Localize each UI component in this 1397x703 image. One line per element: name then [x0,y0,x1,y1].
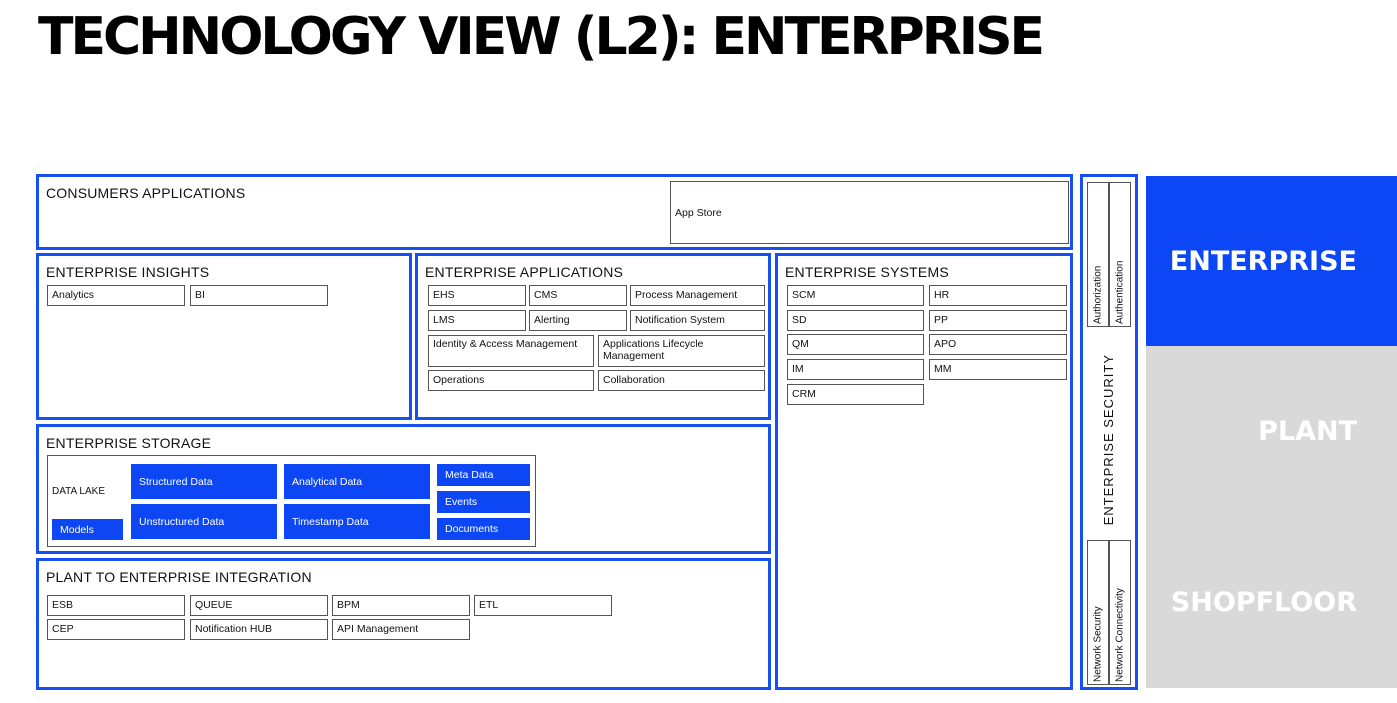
cep-box: CEP [47,619,185,640]
authorization-label: Authorization [1092,265,1104,324]
notification-system-box: Notification System [630,310,765,331]
collaboration-box: Collaboration [598,370,765,391]
etl-box: ETL [474,595,612,616]
enterprise-systems-title: ENTERPRISE SYSTEMS [785,264,949,280]
unstructured-data-block: Unstructured Data [131,504,277,539]
operations-box: Operations [428,370,594,391]
analytics-box: Analytics [47,285,185,306]
api-management-box: API Management [332,619,470,640]
events-block: Events [437,491,530,513]
applications-lifecycle-management-box: Applications Lifecycle Management [598,335,765,367]
process-management-box: Process Management [630,285,765,306]
consumers-applications-title: CONSUMERS APPLICATIONS [46,185,246,201]
app-store-label: App Store [675,206,722,219]
identity-access-management-box: Identity & Access Management [428,335,594,367]
enterprise-insights-title: ENTERPRISE INSIGHTS [46,264,210,280]
ehs-box: EHS [428,285,526,306]
cms-box: CMS [529,285,627,306]
level-plant-label: PLANT [1258,415,1357,447]
enterprise-systems-panel: ENTERPRISE SYSTEMS SCM HR SD PP QM APO I… [775,253,1073,690]
hr-box: HR [929,285,1067,306]
network-connectivity-box: Network Connectivity [1109,540,1131,685]
level-shopfloor-label: SHOPFLOOR [1170,586,1357,618]
im-box: IM [787,359,924,380]
authentication-label: Authentication [1114,260,1126,324]
enterprise-insights-panel: ENTERPRISE INSIGHTS Analytics BI [36,253,412,420]
alerting-box: Alerting [529,310,627,331]
level-enterprise-label: ENTERPRISE [1169,245,1357,277]
authorization-box: Authorization [1087,182,1109,327]
authentication-box: Authentication [1109,182,1131,327]
enterprise-applications-panel: ENTERPRISE APPLICATIONS EHS CMS Process … [415,253,771,420]
mm-box: MM [929,359,1067,380]
esb-box: ESB [47,595,185,616]
plant-to-enterprise-integration-panel: PLANT TO ENTERPRISE INTEGRATION ESB QUEU… [36,558,771,690]
models-block: Models [52,519,123,540]
data-lake-container: DATA LAKE Models Structured Data Analyti… [47,455,536,547]
level-enterprise[interactable]: ENTERPRISE [1146,176,1397,346]
timestamp-data-block: Timestamp Data [284,504,430,539]
network-security-label: Network Security [1092,606,1104,682]
bi-box: BI [190,285,328,306]
scm-box: SCM [787,285,924,306]
enterprise-applications-title: ENTERPRISE APPLICATIONS [425,264,624,280]
page-title: TECHNOLOGY VIEW (L2): ENTERPRISE [38,7,1045,67]
consumers-applications-panel: CONSUMERS APPLICATIONS App Store [36,174,1073,250]
data-lake-label: DATA LAKE [52,486,105,497]
crm-box: CRM [787,384,924,405]
enterprise-security-panel: Authorization Authentication ENTERPRISE … [1080,174,1138,690]
analytical-data-block: Analytical Data [284,464,430,499]
enterprise-storage-title: ENTERPRISE STORAGE [46,435,212,451]
bpm-box: BPM [332,595,470,616]
apo-box: APO [929,334,1067,355]
queue-box: QUEUE [190,595,328,616]
lms-box: LMS [428,310,526,331]
app-store-box: App Store [670,181,1069,244]
documents-block: Documents [437,518,530,540]
notification-hub-box: Notification HUB [190,619,328,640]
qm-box: QM [787,334,924,355]
meta-data-block: Meta Data [437,464,530,486]
enterprise-security-title: ENTERPRISE SECURITY [1101,354,1116,526]
network-security-box: Network Security [1087,540,1109,685]
level-plant[interactable]: PLANT [1146,346,1397,516]
pp-box: PP [929,310,1067,331]
level-shopfloor[interactable]: SHOPFLOOR [1146,516,1397,688]
integration-title: PLANT TO ENTERPRISE INTEGRATION [46,569,312,585]
structured-data-block: Structured Data [131,464,277,499]
network-connectivity-label: Network Connectivity [1114,588,1126,682]
sd-box: SD [787,310,924,331]
enterprise-storage-panel: ENTERPRISE STORAGE DATA LAKE Models Stru… [36,424,771,554]
